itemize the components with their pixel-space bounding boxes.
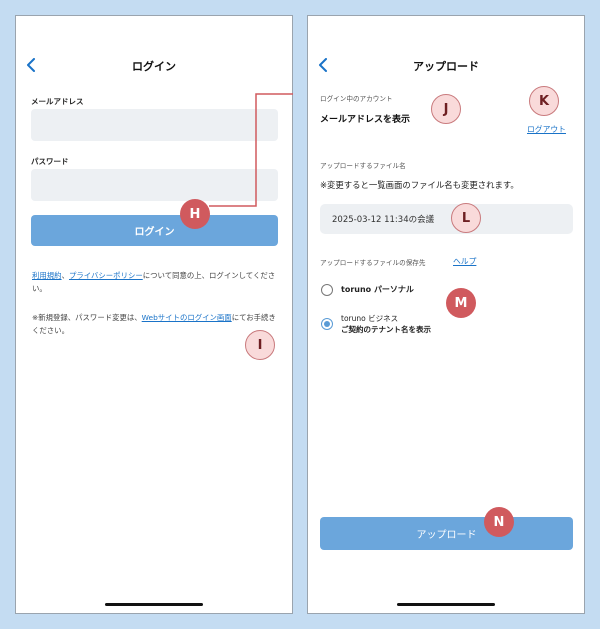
account-label: ログイン中のアカウント <box>320 95 393 103</box>
annotation-marker-m: M <box>446 288 476 318</box>
web-login-link[interactable]: Webサイトのログイン画面 <box>142 313 232 322</box>
option-sublabel: ご契約のテナント名を表示 <box>341 325 431 334</box>
upload-button[interactable]: アップロード <box>320 517 573 550</box>
radio-button-selected[interactable] <box>321 318 333 330</box>
annotation-marker-i: I <box>245 330 275 360</box>
login-screen: ログイン メールアドレス パスワード ログイン 利用規約、プライバシーポリシーに… <box>15 15 293 614</box>
password-field[interactable] <box>31 169 278 201</box>
destination-label: アップロードするファイルの保存先 <box>320 257 426 267</box>
page-title: ログイン <box>132 60 176 73</box>
privacy-policy-link[interactable]: プライバシーポリシー <box>69 271 143 280</box>
option-label: toruno パーソナル <box>341 285 414 294</box>
register-note: ※新規登録、パスワード変更は、Webサイトのログイン画面にてお手続きください。 <box>32 311 279 337</box>
filename-input[interactable]: 2025-03-12 11:34の会議 <box>320 204 573 234</box>
filename-note: ※変更すると一覧画面のファイル名も変更されます。 <box>320 180 519 190</box>
annotation-marker-h: H <box>180 199 210 229</box>
destination-label-text: アップロードするファイルの保存先 <box>320 259 426 267</box>
annotation-marker-n: N <box>484 507 514 537</box>
logout-link[interactable]: ログアウト <box>527 124 566 135</box>
email-label: メールアドレス <box>31 97 84 106</box>
annotation-marker-j: J <box>431 94 461 124</box>
terms-separator: 、 <box>61 271 69 280</box>
login-button[interactable]: ログイン <box>31 215 278 246</box>
option-text: toruno ビジネス ご契約のテナント名を表示 <box>341 313 431 335</box>
terms-note: 利用規約、プライバシーポリシーについて同意の上、ログインしてください。 <box>32 269 279 295</box>
home-indicator <box>105 603 203 606</box>
destination-option-personal[interactable]: toruno パーソナル <box>321 284 414 296</box>
home-indicator <box>397 603 495 606</box>
destination-option-business[interactable]: toruno ビジネス ご契約のテナント名を表示 <box>321 313 431 335</box>
radio-button[interactable] <box>321 284 333 296</box>
register-note-text: ※新規登録、パスワード変更は、 <box>32 313 142 322</box>
page-title: アップロード <box>413 60 479 73</box>
terms-link[interactable]: 利用規約 <box>32 271 62 280</box>
annotation-marker-l: L <box>451 203 481 233</box>
filename-label: アップロードするファイル名 <box>320 162 406 170</box>
screenshot-frame: ログイン メールアドレス パスワード ログイン 利用規約、プライバシーポリシーに… <box>0 0 600 629</box>
annotation-marker-k: K <box>529 86 559 116</box>
help-link[interactable]: ヘルプ <box>453 256 476 267</box>
email-field[interactable] <box>31 109 278 141</box>
account-value: メールアドレスを表示 <box>320 115 411 125</box>
password-label: パスワード <box>31 157 69 166</box>
option-label: toruno ビジネス <box>341 314 399 323</box>
